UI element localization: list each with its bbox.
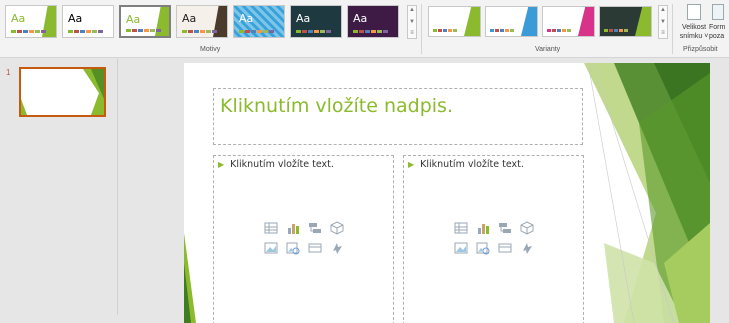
icons-icon[interactable] [330, 241, 344, 255]
variants-gallery-scroll[interactable]: ▲ ▼ ≡ [658, 5, 668, 39]
insert-content-icons [264, 221, 346, 255]
theme-purple[interactable]: Aa [347, 5, 399, 38]
content-placeholder-text: Kliknutím vložíte text. [230, 159, 334, 170]
group-divider [421, 4, 422, 54]
variants-group-label: Varianty [535, 46, 561, 53]
slide-thumbnail-art [21, 69, 104, 115]
slide-canvas[interactable]: Kliknutím vložíte nadpis. ▶ Kliknutím vl… [184, 63, 710, 323]
theme-brown[interactable]: Aa [176, 5, 228, 38]
table-icon[interactable] [264, 221, 278, 235]
slide-number: 1 [6, 68, 11, 77]
theme-sample-text: Aa [239, 12, 254, 25]
scroll-down-icon[interactable]: ▼ [660, 18, 666, 27]
theme-facet[interactable]: Aa [5, 5, 57, 38]
format-background-button[interactable]: Form poza [709, 4, 729, 41]
slide-size-button[interactable]: Velikost snímku ˅ [679, 4, 709, 41]
slide-thumbnail[interactable] [19, 67, 106, 117]
group-divider [672, 4, 673, 54]
variant-dark[interactable] [599, 6, 652, 37]
more-icon[interactable]: ≡ [410, 29, 414, 38]
bullet-triangle-icon: ▶ [218, 160, 225, 169]
theme-sample-text: Aa [11, 12, 26, 25]
chart-icon[interactable] [476, 221, 490, 235]
icons-icon[interactable] [520, 241, 534, 255]
themes-gallery-scroll[interactable]: ▲ ▼ ≡ [407, 5, 417, 39]
format-background-icon [712, 4, 724, 20]
scroll-up-icon[interactable]: ▲ [660, 6, 666, 15]
content-placeholder-right[interactable]: ▶ Kliknutím vložíte text. [403, 155, 584, 323]
picture-icon[interactable] [264, 241, 278, 255]
video-icon[interactable] [498, 241, 512, 255]
theme-sample-text: Aa [353, 12, 368, 25]
content-placeholder-text: Kliknutím vložíte text. [420, 159, 524, 170]
3d-model-icon[interactable] [330, 221, 344, 235]
theme-dark-teal[interactable]: Aa [290, 5, 342, 38]
title-placeholder[interactable]: Kliknutím vložíte nadpis. [213, 88, 583, 145]
theme-sample-text: Aa [182, 12, 197, 25]
ribbon-design-tab: Aa Aa Aa Aa Aa Aa Aa ▲ ▼ ≡ Motivy ▲ ▼ ≡ Varian… [0, 0, 729, 58]
more-icon[interactable]: ≡ [661, 29, 665, 38]
variant-green[interactable] [428, 6, 481, 37]
online-picture-icon[interactable] [286, 241, 300, 255]
scroll-up-icon[interactable]: ▲ [409, 6, 415, 15]
smartart-icon[interactable] [308, 221, 322, 235]
bullet-triangle-icon: ▶ [408, 160, 415, 169]
chart-icon[interactable] [286, 221, 300, 235]
video-icon[interactable] [308, 241, 322, 255]
slide-size-icon [687, 4, 701, 20]
title-placeholder-text: Kliknutím vložíte nadpis. [220, 95, 453, 117]
theme-pattern[interactable]: Aa [233, 5, 285, 38]
theme-sample-text: Aa [126, 13, 141, 26]
online-picture-icon[interactable] [476, 241, 490, 255]
table-icon[interactable] [454, 221, 468, 235]
theme-facet-green[interactable]: Aa [119, 5, 171, 38]
insert-content-icons [454, 221, 536, 255]
variant-blue[interactable] [485, 6, 538, 37]
customize-group-label: Přizpůsobit [683, 46, 718, 53]
theme-sample-text: Aa [296, 12, 311, 25]
variant-pink[interactable] [542, 6, 595, 37]
theme-office[interactable]: Aa [62, 5, 114, 38]
picture-icon[interactable] [454, 241, 468, 255]
smartart-icon[interactable] [498, 221, 512, 235]
3d-model-icon[interactable] [520, 221, 534, 235]
theme-sample-text: Aa [68, 12, 83, 25]
themes-group-label: Motivy [200, 46, 221, 53]
scroll-down-icon[interactable]: ▼ [409, 18, 415, 27]
content-placeholder-left[interactable]: ▶ Kliknutím vložíte text. [213, 155, 394, 323]
